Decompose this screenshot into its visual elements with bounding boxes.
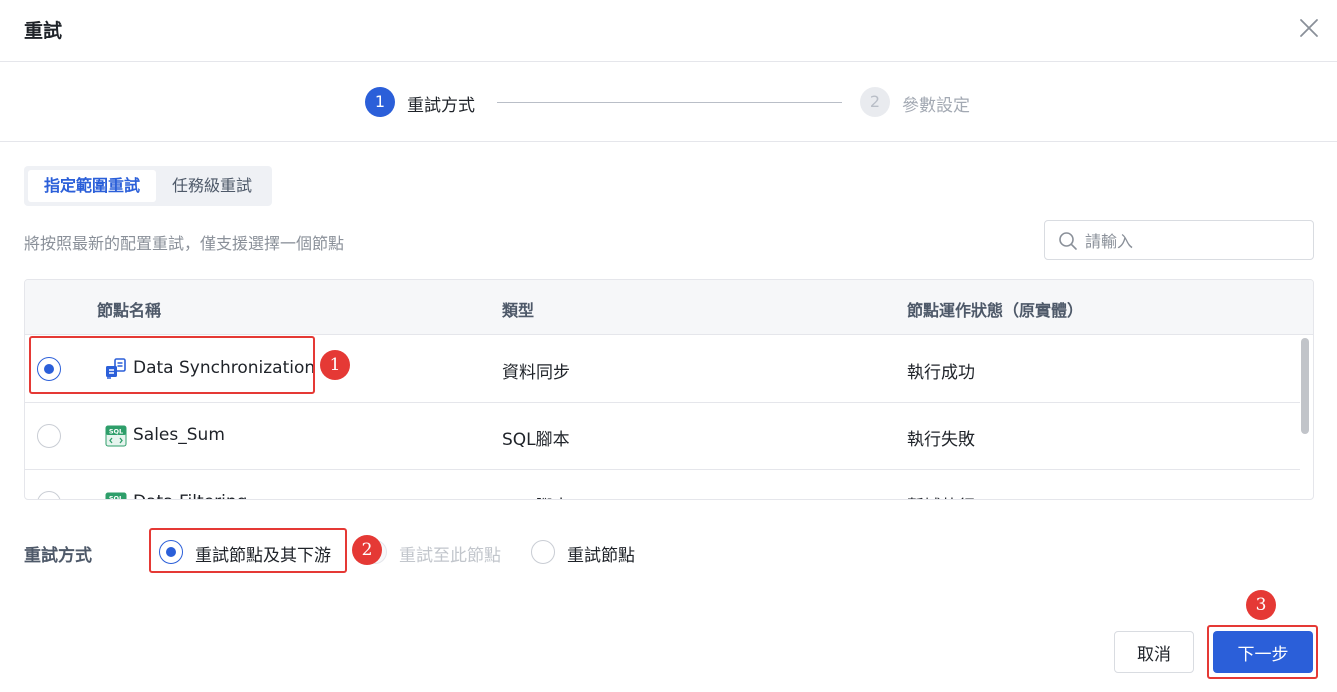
annotation-marker: 3: [1246, 590, 1276, 620]
close-icon[interactable]: [1297, 16, 1321, 40]
dialog-title: 重試: [24, 20, 63, 42]
column-node-name: 節點名稱: [97, 301, 162, 320]
sql-node-icon: SQL: [105, 425, 127, 447]
node-status: 暫域執行: [907, 492, 975, 499]
table-row[interactable]: SQL Data Filtering SQL腳本 暫域執行: [25, 470, 1300, 501]
table-header: 節點名稱 類型 節點運作狀態（原實體）: [25, 280, 1313, 335]
cancel-button[interactable]: 取消: [1114, 631, 1194, 673]
retry-option-radio[interactable]: [159, 540, 183, 564]
annotation-marker: 2: [352, 535, 382, 565]
sql-node-icon: SQL: [105, 492, 127, 501]
dialog-header: 重試: [0, 0, 1337, 62]
table-row[interactable]: SQL Sales_Sum SQL腳本 執行失敗: [25, 403, 1300, 470]
search-input[interactable]: [1085, 229, 1305, 253]
retry-option-label: 重試節點: [567, 546, 635, 566]
row-radio[interactable]: [37, 491, 61, 499]
column-type: 類型: [502, 301, 535, 320]
table-row[interactable]: Data Synchronization 資料同步 執行成功: [25, 336, 1300, 403]
node-table: 節點名稱 類型 節點運作狀態（原實體） Data Synchronization…: [24, 279, 1314, 500]
step-2-label: 參數設定: [902, 96, 970, 116]
step-connector: [497, 102, 842, 103]
node-type: SQL腳本: [502, 492, 570, 499]
row-radio[interactable]: [37, 424, 61, 448]
row-radio[interactable]: [37, 357, 61, 381]
next-button[interactable]: 下一步: [1213, 631, 1313, 673]
selection-hint: 將按照最新的配置重試，僅支援選擇一個節點: [24, 234, 345, 253]
retry-option-radio[interactable]: [531, 540, 555, 564]
node-name: Sales_Sum: [133, 425, 225, 445]
retry-scope-tabs: 指定範圍重試 任務級重試: [24, 166, 273, 206]
node-name: Data Filtering: [133, 492, 247, 499]
stepper: 1 重試方式 2 參數設定: [0, 62, 1337, 142]
search-icon: [1059, 232, 1077, 250]
annotation-marker: 1: [320, 350, 350, 380]
node-status: 執行失敗: [907, 430, 975, 450]
table-scrollbar[interactable]: [1301, 338, 1309, 434]
sync-node-icon: [106, 358, 126, 379]
retry-option-label: 重試至此節點: [399, 546, 501, 566]
retry-mode-label: 重試方式: [24, 546, 92, 566]
tab-task-retry[interactable]: 任務級重試: [156, 170, 268, 202]
step-2-number: 2: [860, 87, 890, 117]
search-box[interactable]: [1044, 220, 1314, 260]
node-name: Data Synchronization: [133, 358, 316, 378]
step-1-number: 1: [365, 87, 395, 117]
svg-text:SQL: SQL: [109, 428, 123, 436]
node-type: SQL腳本: [502, 430, 570, 450]
retry-option-label: 重試節點及其下游: [195, 546, 331, 566]
column-status: 節點運作狀態（原實體）: [907, 301, 1084, 320]
step-1-label: 重試方式: [407, 96, 475, 116]
svg-text:SQL: SQL: [109, 495, 123, 501]
node-status: 執行成功: [907, 363, 975, 383]
tab-range-retry[interactable]: 指定範圍重試: [28, 170, 157, 202]
node-type: 資料同步: [502, 363, 570, 383]
